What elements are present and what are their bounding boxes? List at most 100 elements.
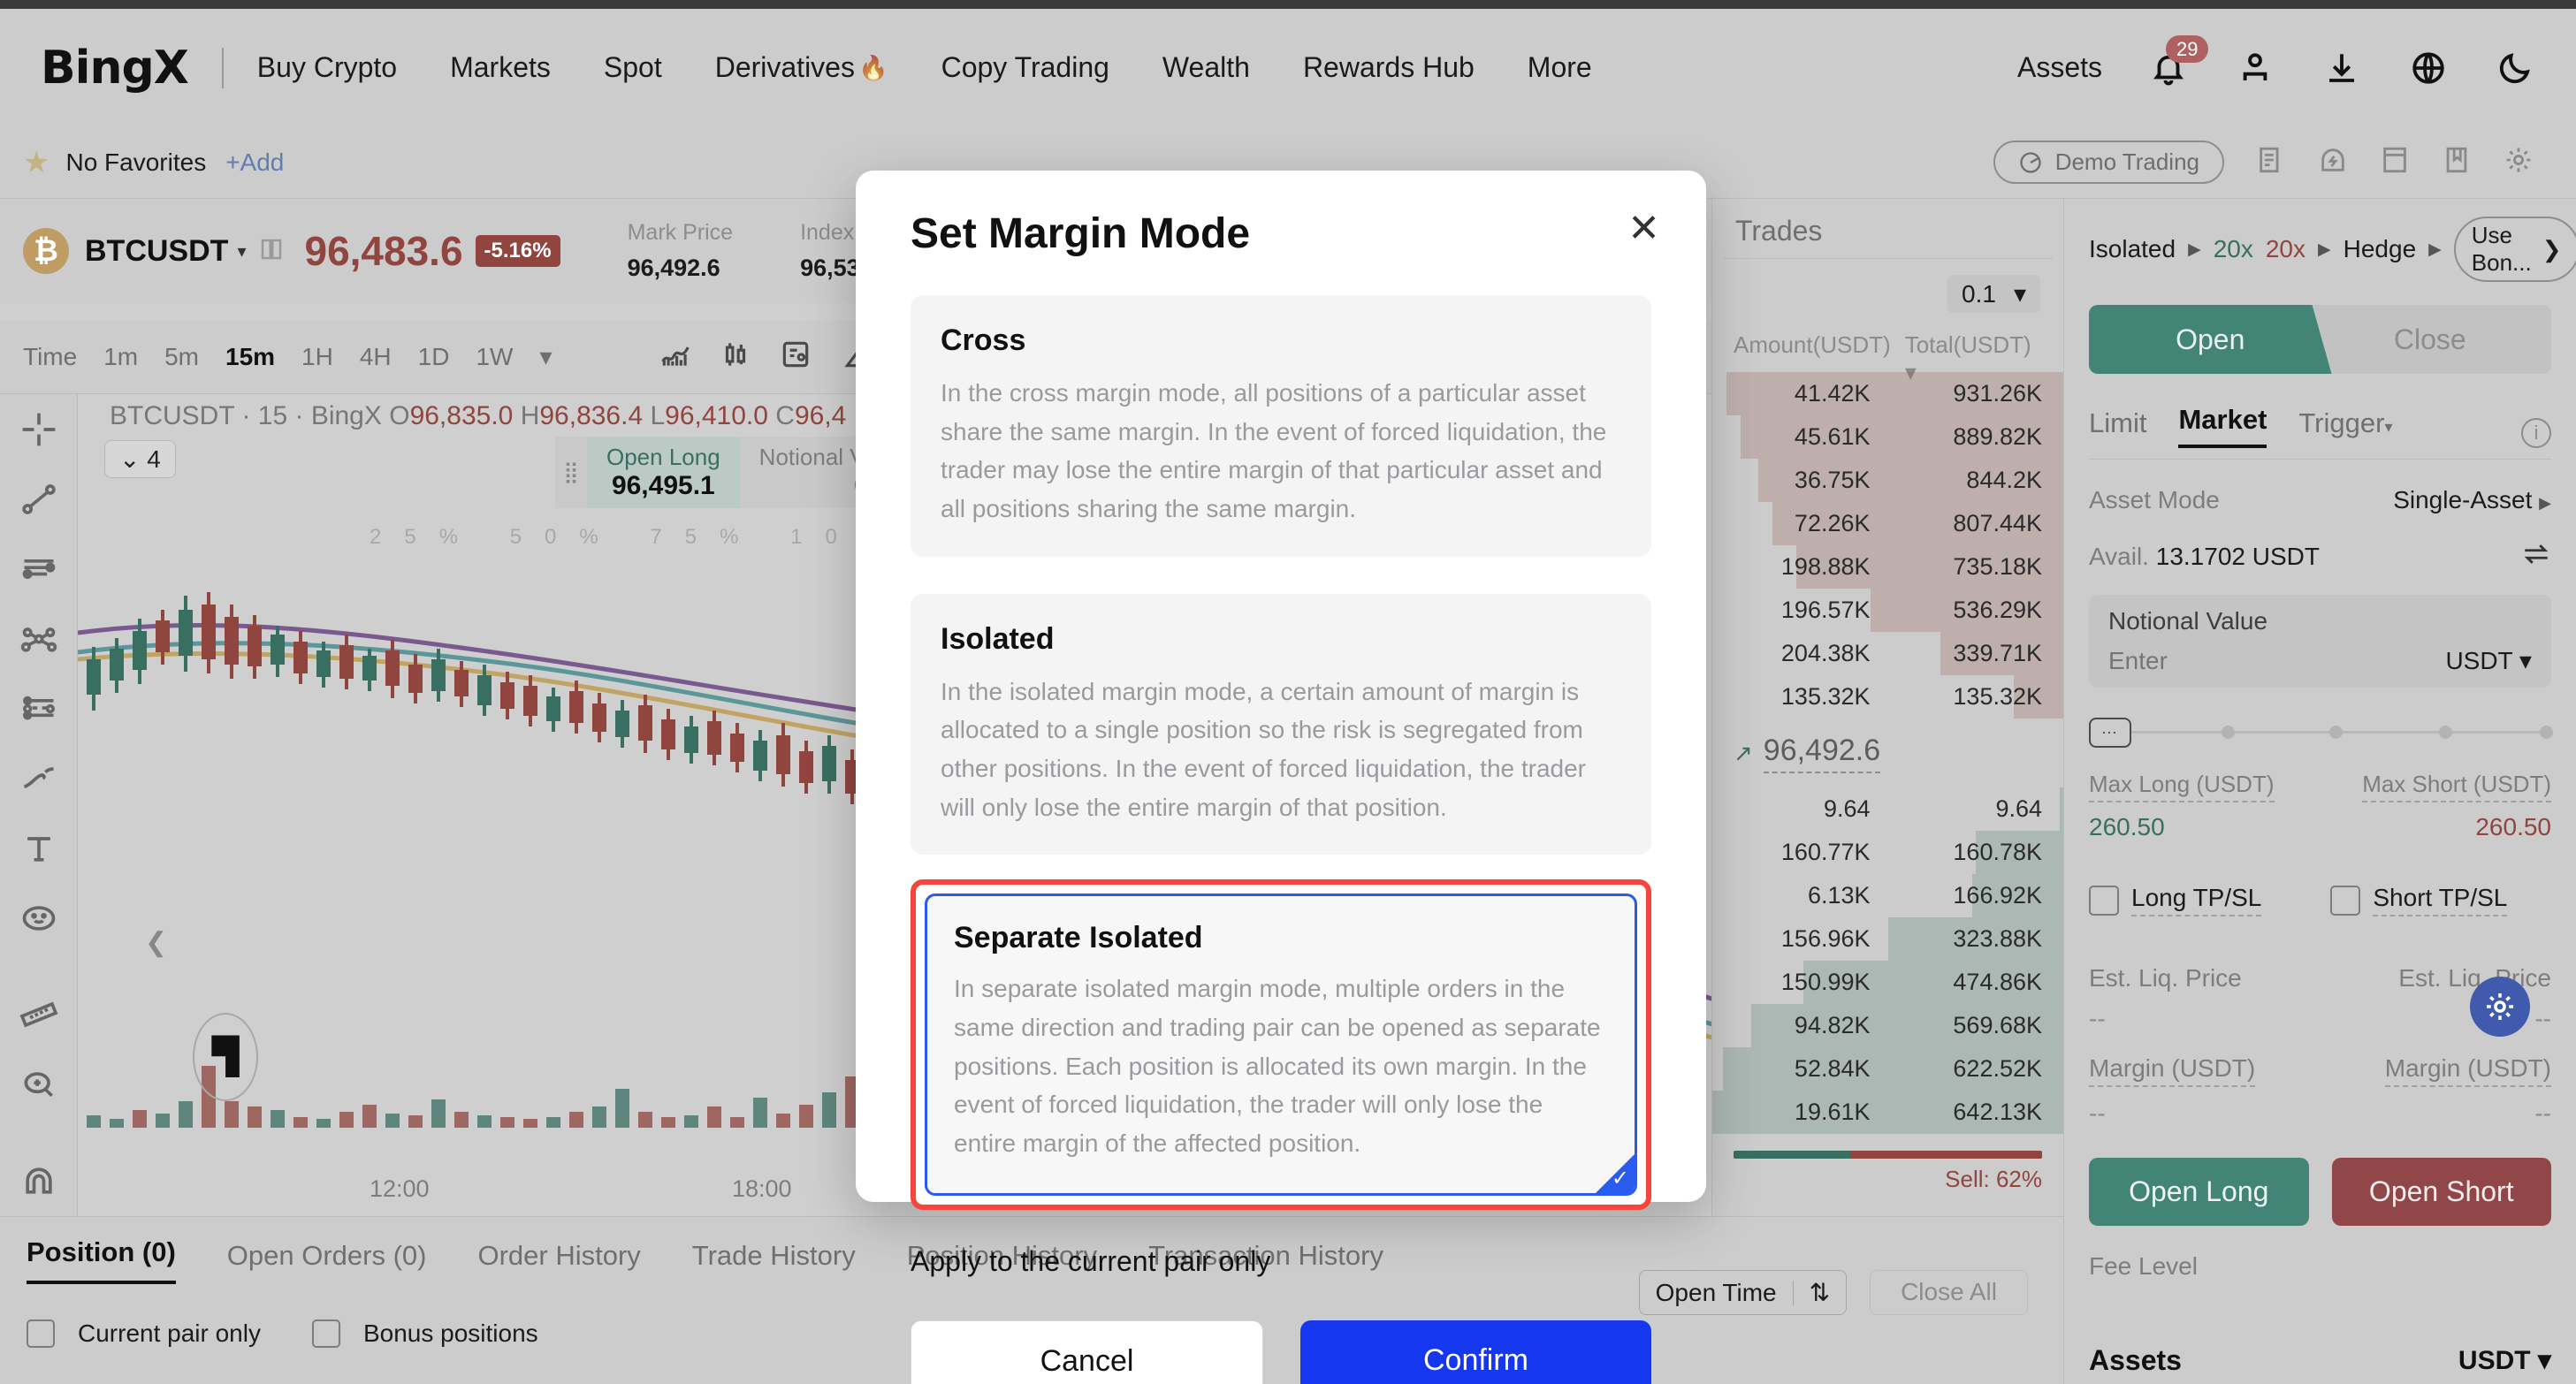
guide-book-icon[interactable] [2442, 145, 2472, 179]
short-tpsl-group[interactable]: Short TP/SL [2330, 884, 2508, 916]
tab-order-history[interactable]: Order History [477, 1240, 640, 1284]
text-tool-icon[interactable] [19, 829, 58, 872]
cancel-button[interactable]: Cancel [911, 1319, 1263, 1384]
nav-item-rewards-hub[interactable]: Rewards Hub [1303, 51, 1475, 84]
table-row[interactable]: 19.61K 642.13K [1712, 1091, 2063, 1134]
timeframe-5m[interactable]: 5m [164, 343, 199, 371]
bonus-positions-checkbox[interactable] [311, 1319, 340, 1348]
slider-tick[interactable] [2439, 726, 2452, 739]
calculator-icon[interactable] [2380, 145, 2410, 179]
nav-item-spot[interactable]: Spot [604, 51, 662, 84]
nav-item-copy-trading[interactable]: Copy Trading [941, 51, 1109, 84]
leverage-long[interactable]: 20x [2214, 235, 2253, 263]
leverage-short[interactable]: 20x [2266, 235, 2305, 263]
short-tpsl-checkbox[interactable] [2330, 885, 2361, 916]
fast-trade-icon[interactable] [2318, 145, 2348, 179]
add-favorite-link[interactable]: +Add [225, 148, 284, 177]
close-icon[interactable]: ✕ [1627, 209, 1660, 248]
slider-tick[interactable] [2329, 726, 2343, 739]
current-pair-only-checkbox[interactable] [27, 1319, 55, 1348]
tab-open-orders[interactable]: Open Orders (0) [227, 1240, 427, 1284]
zoom-in-icon[interactable] [19, 1065, 58, 1108]
timeframe-15m[interactable]: 15m [225, 343, 275, 371]
assets-menu[interactable]: Assets [2017, 51, 2102, 84]
notional-input[interactable] [2108, 646, 2405, 675]
horizontal-lines-icon[interactable] [19, 550, 58, 593]
table-row[interactable]: 160.77K 160.78K [1712, 831, 2063, 874]
timeframe-1m[interactable]: 1m [103, 343, 138, 371]
dark-mode-moon-icon[interactable] [2495, 48, 2535, 88]
nav-item-derivatives[interactable]: Derivatives 🔥 [715, 51, 888, 84]
fibonacci-icon[interactable] [19, 689, 58, 733]
tab-market[interactable]: Market [2178, 404, 2267, 448]
fee-level-label[interactable]: Fee Level [2089, 1252, 2551, 1281]
position-mode-selector[interactable]: Hedge [2344, 235, 2417, 263]
nav-item-markets[interactable]: Markets [450, 51, 551, 84]
long-tpsl-checkbox[interactable] [2089, 885, 2119, 916]
assets-currency-select[interactable]: USDT ▾ [2458, 1345, 2551, 1376]
amount-slider[interactable]: ⋯ [2089, 718, 2553, 748]
trading-pair-label[interactable]: BTCUSDT [85, 234, 228, 269]
globe-language-icon[interactable] [2408, 48, 2449, 88]
indicator-chart-icon[interactable] [659, 338, 692, 376]
long-tpsl-group[interactable]: Long TP/SL [2089, 884, 2262, 916]
timeframe-1d[interactable]: 1D [418, 343, 450, 371]
nav-item-more[interactable]: More [1528, 51, 1592, 84]
table-row[interactable]: 198.88K 735.18K [1712, 545, 2063, 589]
measure-ruler-icon[interactable] [19, 995, 58, 1038]
table-row[interactable]: 94.82K 569.68K [1712, 1004, 2063, 1047]
tab-position[interactable]: Position (0) [27, 1236, 176, 1284]
margin-mode-option-cross[interactable]: Cross In the cross margin mode, all posi… [911, 295, 1651, 557]
table-row[interactable]: 36.75K 844.2K [1712, 459, 2063, 502]
use-bonus-button[interactable]: Use Bon... ❯ [2453, 217, 2576, 282]
download-icon[interactable] [2321, 48, 2362, 88]
sort-open-time-select[interactable]: Open Time ⇅ [1638, 1270, 1848, 1315]
orderbook-grouping-select[interactable]: 0.1 ▾ [1947, 275, 2040, 313]
tab-trade-history[interactable]: Trade History [692, 1240, 856, 1284]
table-row[interactable]: 150.99K 474.86K [1712, 961, 2063, 1004]
order-list-icon[interactable] [2256, 145, 2286, 179]
pair-info-book-icon[interactable] [258, 234, 285, 269]
slider-handle[interactable]: ⋯ [2089, 718, 2131, 748]
table-row[interactable]: 45.61K 889.82K [1712, 415, 2063, 459]
open-long-button[interactable]: Open Long [2089, 1158, 2309, 1226]
chevron-left-icon[interactable]: ❮ [145, 927, 167, 958]
magnet-icon[interactable] [19, 1161, 58, 1205]
notional-value-input-group[interactable]: Notional Value USDT ▾ [2089, 595, 2551, 688]
bingx-logo[interactable]: BingX [41, 42, 189, 95]
table-row[interactable]: 41.42K 931.26K [1712, 372, 2063, 415]
nav-item-buy-crypto[interactable]: Buy Crypto [257, 51, 397, 84]
table-row[interactable]: 6.13K 166.92K [1712, 874, 2063, 917]
timeframe-4h[interactable]: 4H [360, 343, 392, 371]
settings-gear-icon[interactable] [2504, 145, 2534, 179]
slider-tick[interactable] [2540, 726, 2553, 739]
settings-fab-gear-icon[interactable] [2470, 977, 2530, 1037]
timeframe-1w[interactable]: 1W [476, 343, 513, 371]
table-row[interactable]: 204.38K 339.71K [1712, 632, 2063, 675]
candle-type-icon[interactable] [719, 338, 752, 376]
demo-trading-toggle[interactable]: Demo Trading [1993, 141, 2224, 184]
margin-mode-option-isolated[interactable]: Isolated In the isolated margin mode, a … [911, 593, 1651, 855]
table-row[interactable]: 196.57K 536.29K [1712, 589, 2063, 632]
tab-trigger[interactable]: Trigger▾ [2298, 407, 2392, 448]
notional-currency-select[interactable]: USDT ▾ [2445, 646, 2532, 675]
crosshair-icon[interactable] [19, 410, 58, 453]
margin-mode-selector[interactable]: Isolated [2089, 235, 2176, 263]
pitchfork-icon[interactable] [19, 620, 58, 663]
timeframe-more-chevron-down-icon[interactable]: ▾ [539, 342, 552, 371]
chevron-down-icon[interactable]: ▾ [237, 240, 246, 262]
notification-bell-icon[interactable]: 29 [2148, 34, 2209, 88]
table-row[interactable]: 156.96K 323.88K [1712, 917, 2063, 961]
margin-mode-option-separate-isolated[interactable]: Separate Isolated In separate isolated m… [911, 879, 1651, 1210]
table-row[interactable]: 9.64 9.64 [1712, 787, 2063, 831]
slider-tick[interactable] [2222, 726, 2235, 739]
open-short-button[interactable]: Open Short [2331, 1158, 2551, 1226]
confirm-button[interactable]: Confirm [1300, 1319, 1651, 1384]
table-row[interactable]: 72.26K 807.44K [1712, 502, 2063, 545]
user-profile-icon[interactable] [2235, 48, 2275, 88]
close-all-button[interactable]: Close All [1870, 1270, 2028, 1315]
nav-item-wealth[interactable]: Wealth [1162, 51, 1250, 84]
tab-open[interactable]: Open [2089, 305, 2332, 374]
tab-limit[interactable]: Limit [2089, 407, 2146, 448]
emoji-sticker-icon[interactable] [19, 899, 58, 942]
